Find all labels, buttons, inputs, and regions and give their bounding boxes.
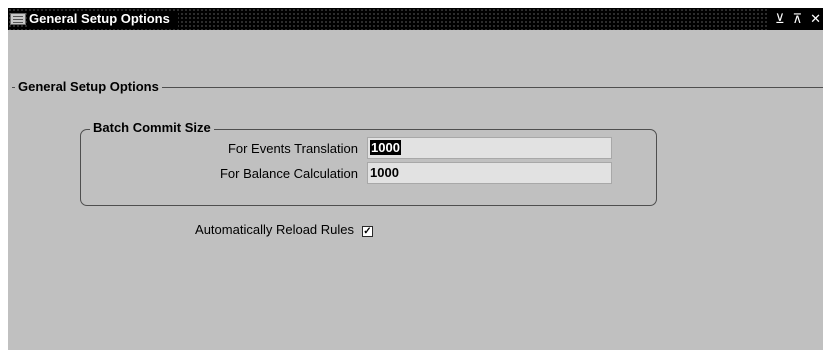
title-bar[interactable]: General Setup Options ⊻ ⊼ ✕ [8, 8, 823, 30]
events-translation-value: 1000 [370, 140, 401, 155]
close-icon[interactable]: ✕ [810, 12, 821, 25]
batch-commit-title: Batch Commit Size [90, 120, 214, 136]
window-title: General Setup Options [29, 11, 178, 27]
minimize-icon[interactable]: ⊻ [775, 12, 785, 25]
events-translation-input[interactable]: 1000 [367, 137, 612, 159]
maximize-icon[interactable]: ⊼ [793, 12, 803, 25]
window-controls: ⊻ ⊼ ✕ [769, 8, 823, 30]
app-icon [10, 13, 26, 25]
setup-window: General Setup Options ⊻ ⊼ ✕ General Setu… [8, 8, 823, 350]
reload-rules-label: Automatically Reload Rules [195, 222, 354, 237]
events-translation-label: For Events Translation [227, 141, 358, 156]
section-title: General Setup Options [15, 79, 162, 95]
balance-calculation-input[interactable]: 1000 [367, 162, 612, 184]
balance-calculation-label: For Balance Calculation [219, 166, 358, 181]
reload-rules-checkbox[interactable]: ✓ [362, 226, 373, 237]
